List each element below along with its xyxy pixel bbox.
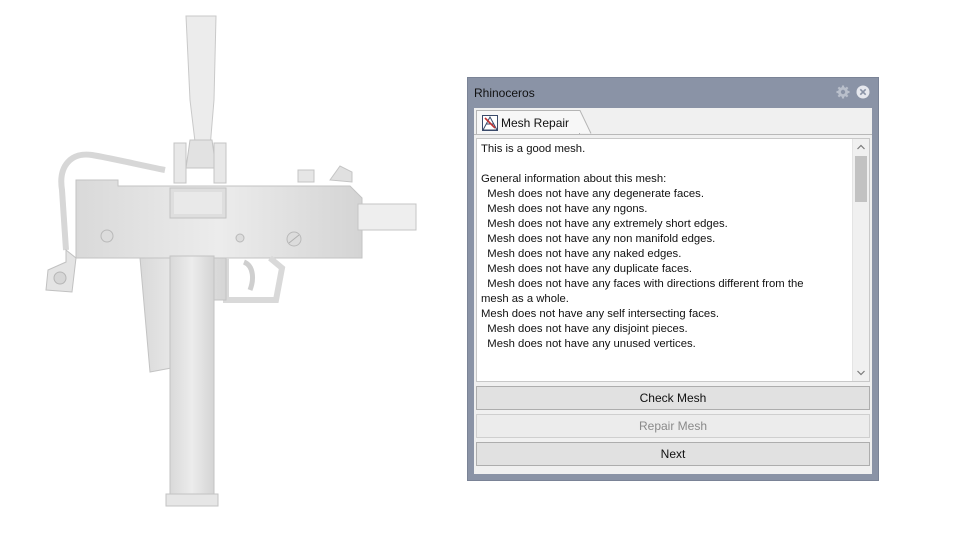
repair-mesh-button[interactable]: Repair Mesh <box>476 414 870 438</box>
chevron-up-icon[interactable] <box>853 139 869 155</box>
tab-label: Mesh Repair <box>501 116 570 130</box>
mesh-report-text: This is a good mesh. General information… <box>481 143 804 350</box>
dialog-content: Mesh Repair This is a good mesh. General… <box>474 108 872 474</box>
mesh-report-textbox[interactable]: This is a good mesh. General information… <box>476 138 870 382</box>
dialog-title: Rhinoceros <box>474 86 535 100</box>
vertical-scrollbar[interactable] <box>852 139 869 381</box>
next-button[interactable]: Next <box>476 442 870 466</box>
check-mesh-button[interactable]: Check Mesh <box>476 386 870 410</box>
tab-edge <box>578 110 592 134</box>
tab-strip: Mesh Repair <box>474 108 872 135</box>
gun-model <box>45 15 417 507</box>
tab-mesh-repair[interactable]: Mesh Repair <box>476 110 580 134</box>
mesh-repair-dialog: Rhinoceros Mesh Repair This is a good me… <box>467 77 879 481</box>
gear-icon[interactable] <box>836 85 850 99</box>
close-icon[interactable] <box>856 85 870 99</box>
chevron-down-icon[interactable] <box>853 365 869 381</box>
scroll-thumb[interactable] <box>855 156 867 202</box>
title-bar[interactable]: Rhinoceros <box>468 78 878 106</box>
viewport[interactable] <box>0 0 459 542</box>
mesh-repair-icon <box>482 115 498 131</box>
